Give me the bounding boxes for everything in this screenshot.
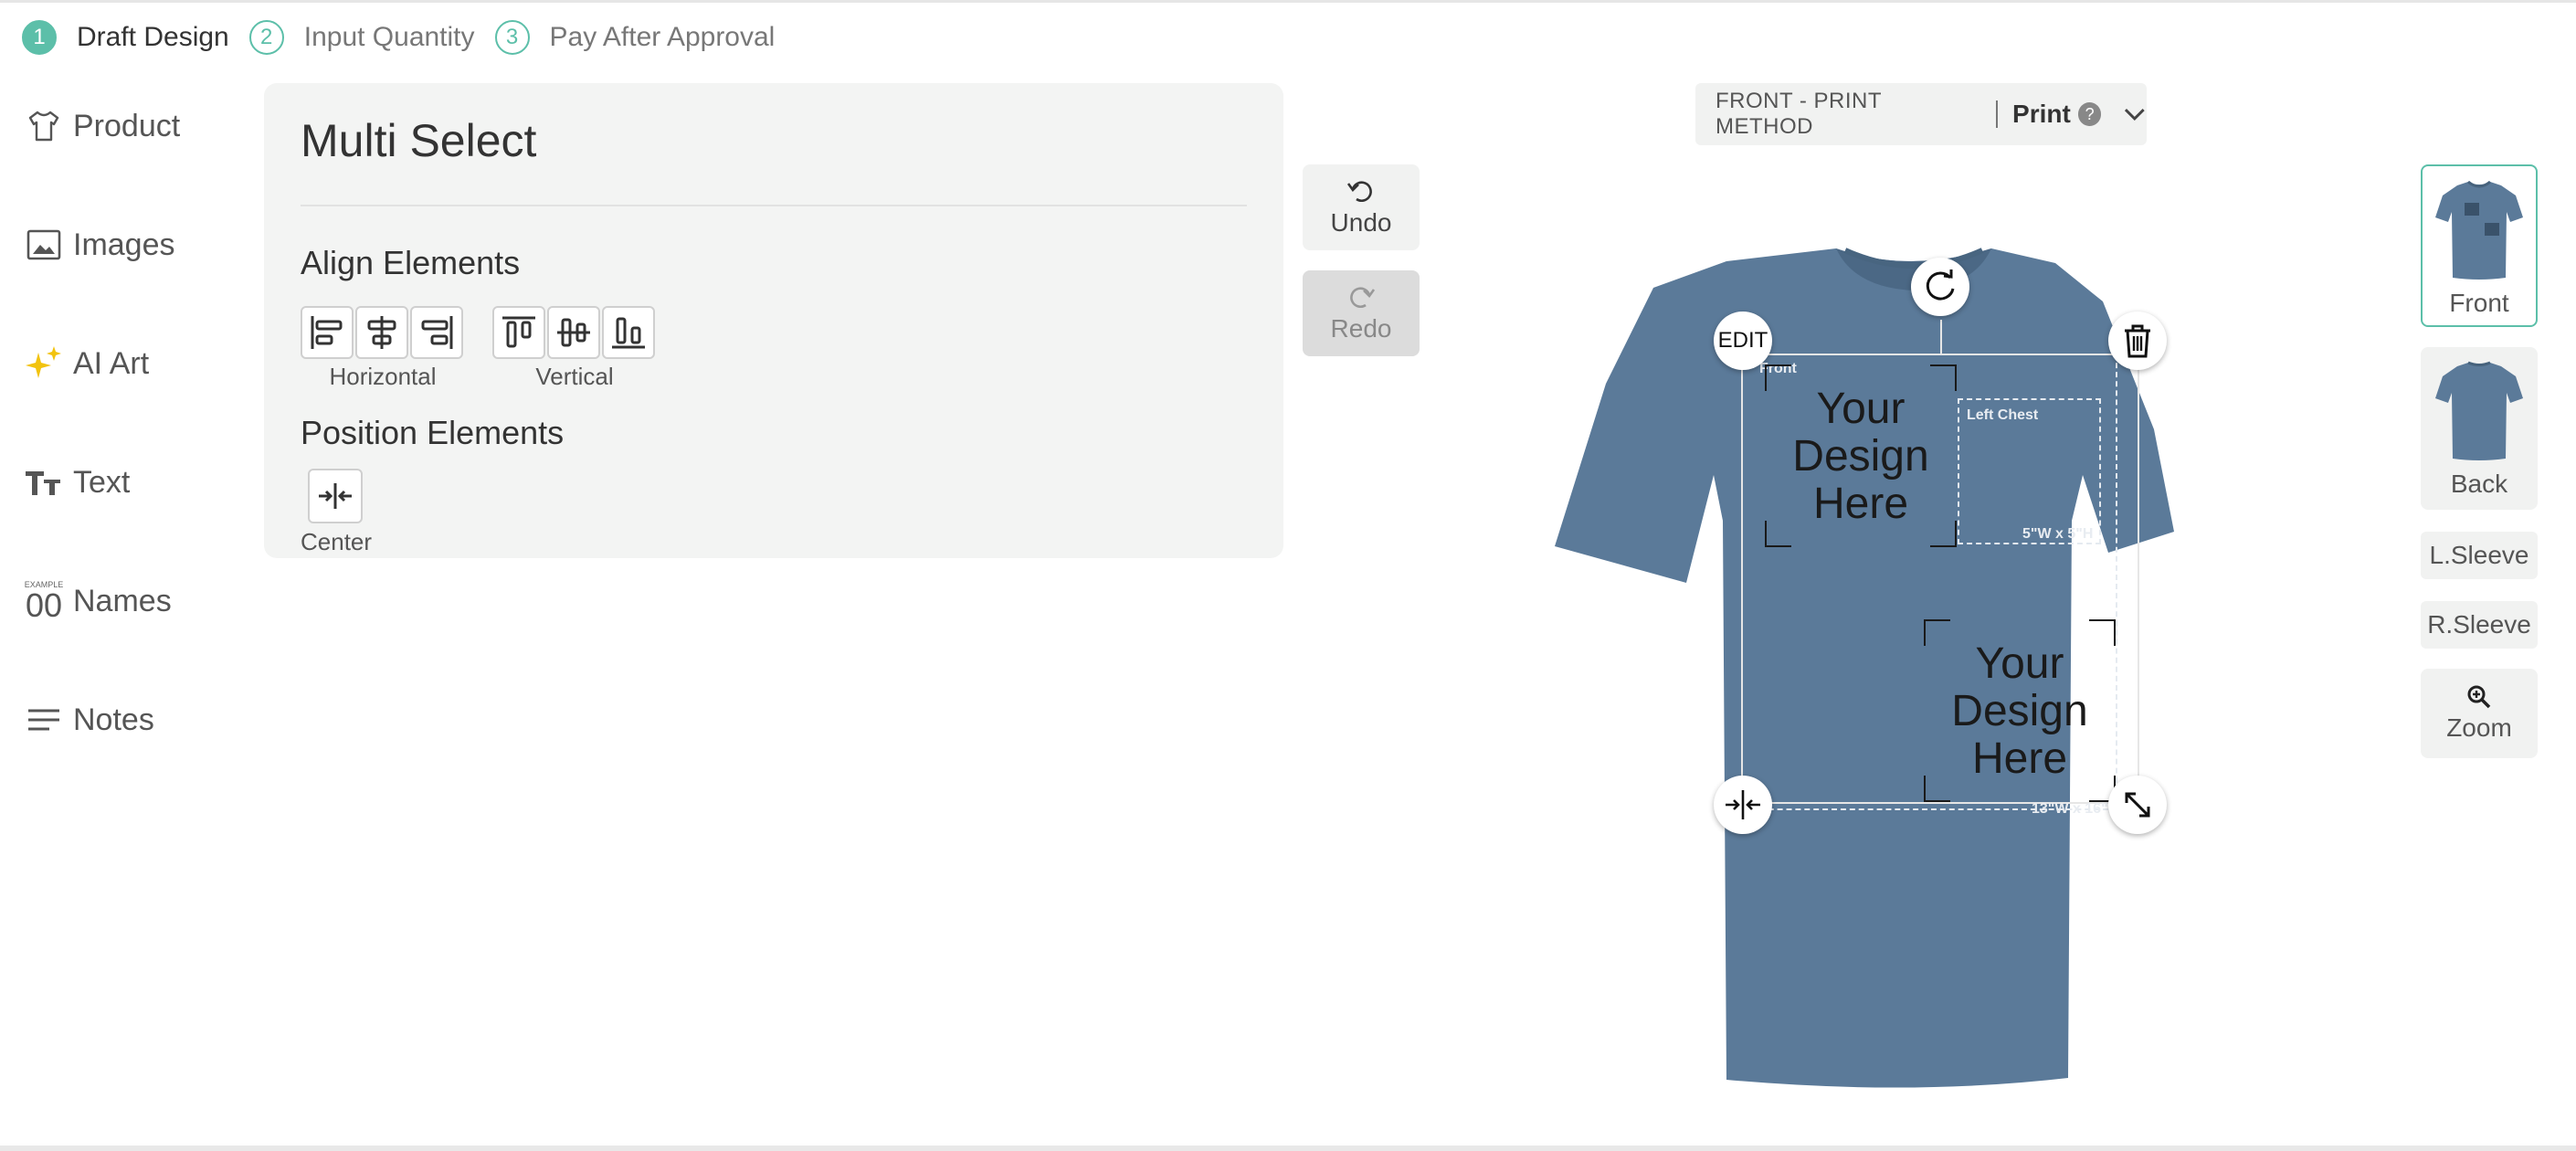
rotate-handle[interactable] (1911, 258, 1969, 316)
align-middle-icon (557, 318, 590, 347)
position-heading: Position Elements (301, 414, 565, 451)
step-label: Draft Design (77, 22, 229, 52)
names-icon-number: 00 (25, 586, 63, 624)
align-center-horizontal-icon (367, 316, 396, 349)
align-top-icon (502, 316, 535, 348)
trash-icon (2125, 324, 2150, 358)
view-front[interactable]: Front (2421, 164, 2538, 327)
sidebar-item-label: AI Art (73, 345, 150, 381)
align-top-button[interactable] (492, 306, 545, 359)
center-arrows-icon (319, 483, 352, 509)
center-arrows-icon (1726, 790, 1760, 819)
print-method-dropdown[interactable]: FRONT - PRINT METHOD Print ? (1695, 83, 2147, 145)
rotate-icon (1926, 269, 1955, 301)
vertical-align-group (492, 306, 657, 359)
text-icon (22, 460, 66, 504)
sidebar-item-notes[interactable]: Notes (22, 692, 241, 747)
view-right-sleeve[interactable]: R.Sleeve (2421, 601, 2538, 649)
print-method-separator (1996, 100, 1999, 128)
top-divider (0, 0, 2576, 3)
sidebar-item-label: Images (73, 227, 175, 262)
design-placeholder-frame[interactable]: Your Design Here (1923, 618, 2117, 803)
center-caption: Center (301, 528, 373, 555)
align-middle-button[interactable] (547, 306, 600, 359)
design-placeholder-text: Your Design Here (1792, 385, 1929, 528)
sparkle-icon (22, 342, 66, 385)
view-label: Back (2450, 470, 2508, 498)
align-heading: Align Elements (301, 244, 521, 281)
align-left-button[interactable] (301, 306, 354, 359)
align-bottom-icon (612, 317, 645, 349)
print-method-caption: FRONT - PRINT METHOD (1716, 89, 1882, 139)
bottom-divider (0, 1146, 2576, 1151)
front-thumbnail (2435, 180, 2523, 280)
view-back[interactable]: Back (2421, 347, 2538, 510)
panel-title: Multi Select (301, 115, 537, 166)
step-label: Input Quantity (303, 22, 475, 52)
names-icon: EXAMPLE 00 (22, 579, 66, 623)
zoom-label: Zoom (2446, 713, 2512, 742)
sidebar-item-label: Text (73, 464, 131, 500)
delete-handle[interactable] (2108, 312, 2167, 370)
step-number: 1 (22, 20, 57, 55)
center-position-button[interactable] (308, 469, 363, 523)
horizontal-caption: Horizontal (329, 363, 437, 390)
design-placeholder-text: Your Design Here (1951, 639, 2088, 783)
help-icon[interactable]: ? (2077, 102, 2102, 126)
step-input-quantity[interactable]: 2 Input Quantity (248, 20, 475, 55)
step-draft-design[interactable]: 1 Draft Design (22, 20, 229, 55)
sidebar-item-text[interactable]: Text (22, 455, 241, 510)
undo-label: Undo (1330, 208, 1392, 237)
sidebar-item-ai-art[interactable]: AI Art (22, 336, 241, 391)
redo-icon (1350, 287, 1376, 308)
align-left-icon (311, 316, 343, 349)
zoom-icon (2467, 685, 2491, 709)
undo-icon (1346, 181, 1372, 202)
step-number: 3 (494, 20, 530, 55)
multi-select-panel: Multi Select Align Elements Horizontal V… (264, 83, 1283, 558)
horizontal-align-group (301, 306, 465, 359)
sidebar-item-label: Product (73, 108, 181, 143)
design-placeholder-frame[interactable]: Your Design Here (1764, 364, 1958, 548)
notes-icon (22, 698, 66, 742)
center-handle[interactable] (1714, 776, 1772, 834)
sidebar-item-label: Notes (73, 702, 154, 737)
tshirt-icon (22, 104, 66, 148)
view-label: Front (2449, 289, 2509, 317)
design-canvas[interactable]: Front Left Chest 5"W x 5"H 13"W x 16"H Y… (1544, 238, 2293, 1096)
front-size-label: 13"W x 16"H (2032, 801, 2119, 817)
vertical-caption: Vertical (535, 363, 614, 390)
align-right-button[interactable] (410, 306, 463, 359)
redo-button[interactable]: Redo (1303, 270, 1420, 356)
left-chest-label: Left Chest (1967, 407, 2039, 423)
align-center-horizontal-button[interactable] (355, 306, 408, 359)
resize-arrows-icon (2125, 792, 2150, 818)
zoom-button[interactable]: Zoom (2421, 669, 2538, 758)
rotate-connector (1940, 320, 1942, 354)
image-icon (22, 223, 66, 267)
step-pay-after-approval[interactable]: 3 Pay After Approval (494, 20, 776, 55)
view-left-sleeve[interactable]: L.Sleeve (2421, 532, 2538, 579)
tool-sidebar: Product Images AI Art Text EXAMPLE 00 Na… (22, 99, 241, 811)
chevron-down-icon (2125, 109, 2146, 121)
step-number: 2 (248, 20, 284, 55)
align-right-icon (421, 316, 453, 349)
edit-button[interactable]: EDIT (1714, 312, 1772, 370)
align-bottom-button[interactable] (602, 306, 655, 359)
redo-label: Redo (1330, 314, 1392, 343)
print-method-value: Print (2012, 100, 2071, 128)
undo-button[interactable]: Undo (1303, 164, 1420, 250)
resize-handle[interactable] (2108, 776, 2167, 834)
progress-steps: 1 Draft Design 2 Input Quantity 3 Pay Af… (22, 18, 795, 57)
sidebar-item-label: Names (73, 583, 172, 618)
left-chest-size: 5"W x 5"H (2022, 526, 2094, 542)
sidebar-item-images[interactable]: Images (22, 217, 241, 272)
sidebar-item-names[interactable]: EXAMPLE 00 Names (22, 574, 241, 628)
back-thumbnail (2435, 361, 2523, 460)
sidebar-item-product[interactable]: Product (22, 99, 241, 153)
step-label: Pay After Approval (549, 22, 776, 52)
panel-divider (301, 205, 1247, 206)
